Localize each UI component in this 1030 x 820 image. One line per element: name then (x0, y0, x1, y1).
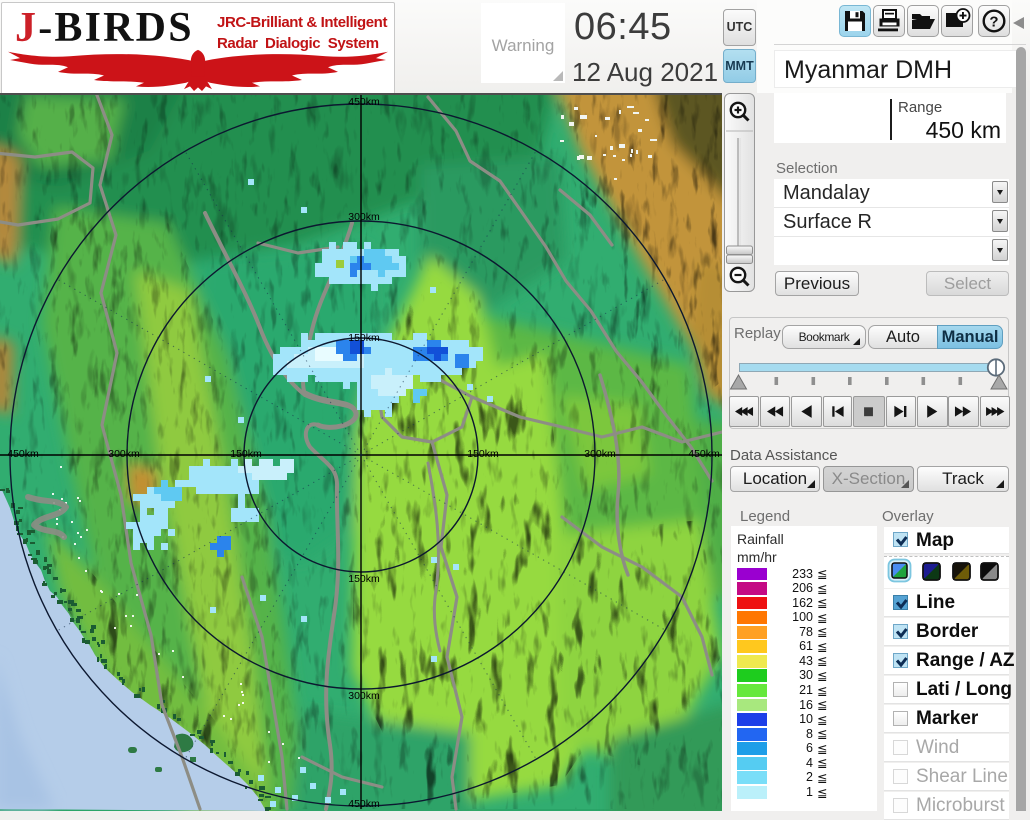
svg-text:150km: 150km (467, 448, 499, 460)
svg-text:150km: 150km (348, 573, 380, 585)
svg-text:300km: 300km (348, 211, 380, 223)
svg-text:450km: 450km (348, 798, 380, 810)
svg-text:150km: 150km (348, 332, 380, 344)
svg-text:300km: 300km (108, 448, 140, 460)
svg-text:450km: 450km (348, 96, 380, 108)
svg-text:300km: 300km (348, 690, 380, 702)
svg-text:?: ? (989, 14, 998, 31)
svg-text:450km: 450km (688, 448, 720, 460)
svg-text:300km: 300km (584, 448, 616, 460)
svg-text:450km: 450km (7, 448, 39, 460)
svg-text:150km: 150km (230, 448, 262, 460)
